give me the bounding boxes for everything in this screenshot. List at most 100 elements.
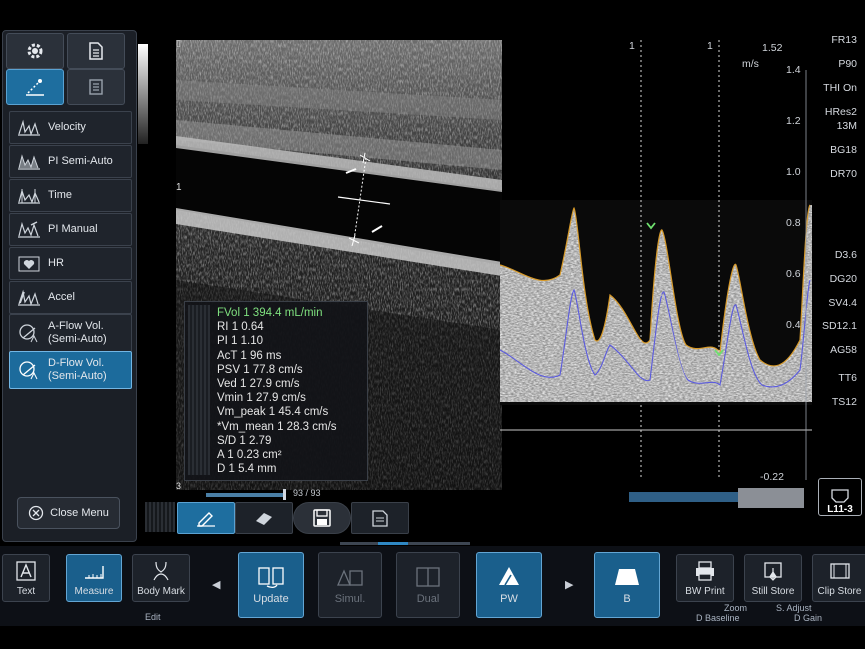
measurement-results: FVol 1 394.4 mL/min RI 1 0.64 PI 1 1.10 AcT… <box>184 301 368 481</box>
edit-knob-label: Edit <box>145 612 161 622</box>
imaging-parameter: THI On <box>823 82 857 94</box>
tab-document[interactable] <box>67 33 125 69</box>
imaging-parameter: DR70 <box>830 168 857 180</box>
still-store-button-label: Still Store <box>751 585 795 597</box>
probe-label: L11-3 <box>827 504 853 515</box>
imaging-parameter: 13M <box>836 120 857 132</box>
doppler-spectrum <box>499 40 812 485</box>
eraser-icon <box>256 513 272 525</box>
simultaneous-icon <box>337 569 363 586</box>
dual-button-label: Dual <box>416 593 440 605</box>
measurement-row: A 1 0.23 cm² <box>217 449 282 461</box>
b-mode-icon <box>615 569 639 585</box>
velocity-min: -0.22 <box>760 471 784 483</box>
results-drag-handle[interactable] <box>188 305 210 475</box>
velocity-scale-tick: 0.4 <box>786 319 801 331</box>
measure-button-label: Measure <box>74 585 114 597</box>
simul-button-label: Simul. <box>334 593 366 605</box>
depth-marker: 1 <box>176 182 182 193</box>
update-icon <box>258 567 284 589</box>
floppy-disk-icon <box>313 509 331 527</box>
accel-icon <box>16 287 42 309</box>
eraser-tool-button[interactable] <box>235 502 293 534</box>
tab-report[interactable] <box>67 69 125 105</box>
tools-drag-handle[interactable] <box>145 502 175 532</box>
menu-item-pi-semi-auto[interactable]: PI Semi-Auto <box>9 145 132 178</box>
report-export-icon <box>372 510 388 527</box>
menu-item-hr[interactable]: HR <box>9 247 132 280</box>
body-mark-button[interactable]: Body Mark <box>132 554 190 602</box>
menu-item-label: D-Flow Vol. (Semi-Auto) <box>48 357 107 382</box>
close-menu-label: Close Menu <box>50 507 109 519</box>
bw-print-button[interactable]: BW Print <box>676 554 734 602</box>
update-button[interactable]: Update <box>238 552 304 618</box>
cursor-label-left: 1 <box>629 40 635 52</box>
menu-item-label: PI Manual <box>48 223 98 235</box>
flow-volume-icon <box>16 359 42 381</box>
measurement-row: RI 1 0.64 <box>217 321 264 334</box>
imaging-parameter: DG20 <box>829 273 857 285</box>
dual-button[interactable]: Dual <box>396 552 460 618</box>
report-icon <box>89 79 103 95</box>
body-mark-button-label: Body Mark <box>137 585 185 597</box>
page-right-arrow[interactable]: ▶ <box>565 578 573 591</box>
toolbar-page-indicator <box>378 542 408 545</box>
bottom-depth-marker: 3 <box>176 481 182 491</box>
tab-measure[interactable] <box>6 69 64 105</box>
simul-button[interactable]: Simul. <box>318 552 382 618</box>
d-gain-knob-label: D Gain <box>794 613 823 623</box>
film-clip-icon <box>829 562 850 579</box>
bw-print-button-label: BW Print <box>685 585 725 597</box>
report-save-button[interactable] <box>351 502 409 534</box>
velocity-scale-tick: 1.0 <box>786 166 801 178</box>
velocity-icon <box>16 117 42 139</box>
doppler-scroll-thumb[interactable] <box>738 488 804 508</box>
still-store-button[interactable]: Still Store <box>744 554 802 602</box>
menu-item-pi-manual[interactable]: PI Manual <box>9 213 132 246</box>
measurement-row: *Vm_mean 1 28.3 cm/s <box>217 420 337 433</box>
printer-icon <box>696 560 714 581</box>
probe-icon <box>831 489 849 503</box>
close-menu-button[interactable]: Close Menu <box>17 497 120 529</box>
ruler-icon <box>85 565 104 579</box>
cine-progress-bar[interactable] <box>206 493 286 497</box>
measurement-row: PSV 1 77.8 cm/s <box>217 363 303 376</box>
time-icon <box>16 185 42 207</box>
tab-settings[interactable] <box>6 33 64 69</box>
probe-badge: L11-3 <box>818 478 862 516</box>
page-left-arrow[interactable]: ◀ <box>212 578 220 591</box>
pw-button[interactable]: PW <box>476 552 542 618</box>
measure-tool-icon <box>26 79 44 96</box>
menu-item-label: PI Semi-Auto <box>48 155 113 167</box>
menu-item-label: Accel <box>48 291 75 303</box>
menu-item-label: Time <box>48 189 73 201</box>
update-button-label: Update <box>253 593 289 605</box>
cine-handle[interactable] <box>283 489 286 500</box>
menu-item-d-flow-vol[interactable]: D-Flow Vol. (Semi-Auto) <box>9 351 132 389</box>
clip-store-button[interactable]: Clip Store <box>812 554 865 602</box>
save-button[interactable] <box>293 502 351 534</box>
menu-item-accel[interactable]: Accel <box>9 281 132 314</box>
menu-item-a-flow-vol[interactable]: A-Flow Vol. (Semi-Auto) <box>9 314 132 352</box>
b-mode-button[interactable]: B <box>594 552 660 618</box>
imaging-parameter: SV4.4 <box>828 297 857 309</box>
velocity-scale-tick: 0.8 <box>786 217 801 229</box>
menu-item-label: A-Flow Vol. (Semi-Auto) <box>48 320 107 345</box>
menu-item-label: HR <box>48 257 64 269</box>
measure-button[interactable]: Measure <box>66 554 122 602</box>
menu-item-velocity[interactable]: Velocity <box>9 111 132 144</box>
clip-store-button-label: Clip Store <box>817 585 862 597</box>
draw-tool-button[interactable] <box>177 502 235 534</box>
measurement-row: D 1 5.4 mm <box>217 463 277 476</box>
text-button[interactable]: Text <box>2 554 50 602</box>
measurement-row: AcT 1 96 ms <box>217 349 282 362</box>
frame-counter: 93 / 93 <box>293 488 321 498</box>
still-store-icon <box>764 561 782 581</box>
measurement-row: PI 1 1.10 <box>217 335 264 348</box>
text-annotation-icon <box>16 560 36 581</box>
velocity-max: 1.52 <box>762 42 783 54</box>
menu-item-time[interactable]: Time <box>9 179 132 212</box>
velocity-unit: m/s <box>742 58 759 70</box>
measurement-row: Ved 1 27.9 cm/s <box>217 378 300 390</box>
measurement-row: S/D 1 2.79 <box>217 434 272 447</box>
